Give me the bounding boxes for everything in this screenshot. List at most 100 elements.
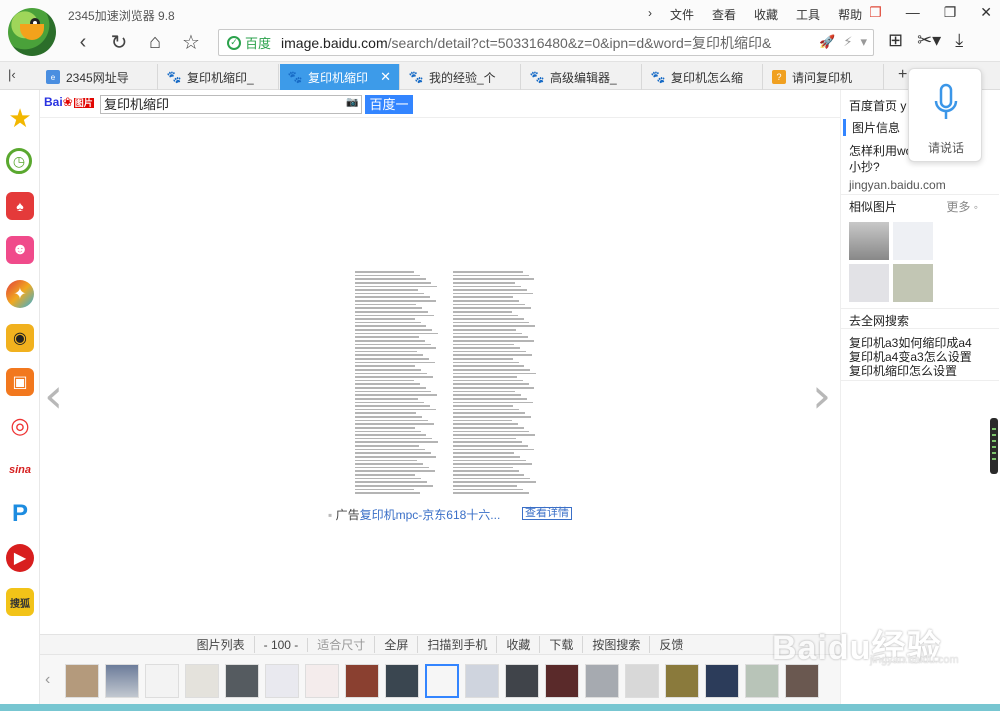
card-game-icon[interactable]: ♠ <box>6 192 34 220</box>
similar-image[interactable] <box>893 264 933 302</box>
similar-image[interactable] <box>849 264 889 302</box>
thumbnail[interactable] <box>305 664 339 698</box>
thumbnail[interactable] <box>105 664 139 698</box>
tab-copier-shrink-1[interactable]: 🐾 复印机缩印_ <box>159 64 279 90</box>
menu-file[interactable]: 文件 <box>670 6 694 23</box>
next-image-icon[interactable]: › <box>812 368 831 424</box>
baidu-home-link[interactable]: 百度首页 y <box>849 97 906 114</box>
similar-image[interactable] <box>893 222 933 260</box>
netease-icon[interactable]: ◎ <box>6 412 34 440</box>
owl-icon[interactable]: ◉ <box>6 324 34 352</box>
similar-more-link[interactable]: 更多 ◦ <box>946 198 978 215</box>
menu-tools[interactable]: 工具 <box>796 6 820 23</box>
thumbnail[interactable] <box>465 664 499 698</box>
apps-grid-icon[interactable]: ⊞ <box>888 30 903 51</box>
zoom-level[interactable]: - 100 - <box>255 637 309 652</box>
menu-help[interactable]: 帮助 <box>838 6 862 23</box>
lightning-icon[interactable]: ⚡ <box>843 34 852 50</box>
search-input[interactable]: 复印机缩印 <box>100 95 362 114</box>
thumbnail[interactable] <box>625 664 659 698</box>
scroll-handle[interactable] <box>990 418 998 474</box>
thumbnail[interactable] <box>585 664 619 698</box>
thumbnail[interactable] <box>225 664 259 698</box>
thumbnail[interactable] <box>265 664 299 698</box>
menu-chevron-icon[interactable]: › <box>648 6 652 23</box>
thumbnail-selected[interactable] <box>425 664 459 698</box>
pinwheel-icon[interactable]: ✦ <box>6 280 34 308</box>
skin-icon[interactable]: ❐ <box>869 4 882 21</box>
doc-text-line <box>355 394 438 396</box>
download-button[interactable]: 下载 <box>540 636 584 653</box>
favorite-button[interactable]: 收藏 <box>497 636 541 653</box>
back-button[interactable]: ‹ <box>70 30 96 54</box>
thumbs-prev-icon[interactable]: ‹ <box>45 671 50 689</box>
thumbnail[interactable] <box>745 664 779 698</box>
thumbnail[interactable] <box>505 664 539 698</box>
download-icon[interactable]: ⤓ <box>955 30 963 51</box>
tab-zhidao-question[interactable]: ? 请问复印机 <box>764 64 884 90</box>
video-box-icon[interactable]: ▣ <box>6 368 34 396</box>
bookmark-star-button[interactable]: ☆ <box>178 30 204 54</box>
doc-text-line <box>355 437 433 440</box>
document-image[interactable] <box>351 265 541 500</box>
fullscreen-button[interactable]: 全屏 <box>375 636 419 653</box>
prev-image-icon[interactable]: ‹ <box>44 368 63 424</box>
thumbnail[interactable] <box>665 664 699 698</box>
search-button[interactable]: 百度一下 <box>365 95 413 131</box>
tab-scroll-left-icon[interactable]: |‹ <box>8 67 16 82</box>
search-by-image-button[interactable]: 按图搜索 <box>583 636 651 653</box>
thumbnail[interactable] <box>785 664 819 698</box>
url-text[interactable]: image.baidu.com/search/detail?ct=5033164… <box>281 33 791 53</box>
doc-text-line <box>355 289 418 291</box>
voice-input-popup[interactable]: 请说话 <box>908 68 982 162</box>
address-bar[interactable]: ✓ 百度 image.baidu.com/search/detail?ct=50… <box>218 29 874 56</box>
home-button[interactable]: ⌂ <box>142 30 168 54</box>
play-icon[interactable]: ▶ <box>6 544 34 572</box>
related-link[interactable]: 复印机缩印怎么设置 <box>849 362 957 379</box>
thumbnail[interactable] <box>545 664 579 698</box>
tab-close-icon[interactable]: ✕ <box>380 69 391 85</box>
doc-text-line <box>453 484 517 487</box>
sina-icon[interactable]: sina <box>6 456 34 484</box>
maximize-button[interactable]: ❐ <box>944 4 957 21</box>
menu-view[interactable]: 查看 <box>712 6 736 23</box>
sougou-icon[interactable]: 搜狐 <box>6 588 34 616</box>
doc-text-line <box>453 358 513 360</box>
similar-image[interactable] <box>849 222 889 260</box>
close-button[interactable]: ✕ <box>980 4 992 21</box>
cartoon-face-icon[interactable]: ☻ <box>6 236 34 264</box>
rocket-icon[interactable]: 🚀 <box>819 34 835 50</box>
doc-text-line <box>453 379 523 382</box>
refresh-button[interactable]: ↻ <box>106 30 132 54</box>
tab-advanced-editor[interactable]: 🐾 高级编辑器_ <box>522 64 642 90</box>
image-viewer: ‹ › ▪ 广告复印机mpc-京东618十六... 查看详情 <box>40 118 840 634</box>
baidu-logo[interactable]: Bai❀ 图片 <box>44 95 94 109</box>
tab-copier-shrink-active[interactable]: 🐾 复印机缩印 ✕ <box>280 64 400 90</box>
feedback-button[interactable]: 反馈 <box>650 636 692 653</box>
tab-2345-nav[interactable]: e 2345网址导 <box>38 64 158 90</box>
tab-my-experience[interactable]: 🐾 我的经验_个 <box>401 64 521 90</box>
minimize-button[interactable]: — <box>906 4 920 21</box>
thumbnail[interactable] <box>145 664 179 698</box>
pptv-icon[interactable]: P <box>6 500 34 528</box>
new-tab-button[interactable]: + <box>898 66 907 84</box>
camera-icon[interactable]: 📷 <box>346 97 358 108</box>
doc-text-line <box>355 459 418 462</box>
thumbnail[interactable] <box>705 664 739 698</box>
ad-link[interactable]: 复印机mpc-京东618十六... <box>360 508 501 522</box>
ad-detail-button[interactable]: 查看详情 <box>522 507 572 520</box>
thumbnail[interactable] <box>65 664 99 698</box>
history-clock-icon[interactable]: ◷ <box>6 148 32 174</box>
dropdown-chevron-icon[interactable]: ▾ <box>860 34 867 50</box>
fit-size-button[interactable]: 适合尺寸 <box>308 636 376 653</box>
thumbnail[interactable] <box>385 664 419 698</box>
scissors-icon[interactable]: ✂▾ <box>917 30 941 51</box>
image-source[interactable]: jingyan.baidu.com <box>849 178 946 192</box>
tab-copier-how[interactable]: 🐾 复印机怎么缩 <box>643 64 763 90</box>
scan-to-phone-button[interactable]: 扫描到手机 <box>418 636 498 653</box>
image-list-button[interactable]: 图片列表 <box>188 636 255 653</box>
thumbnail[interactable] <box>345 664 379 698</box>
menu-favorites[interactable]: 收藏 <box>754 6 778 23</box>
thumbnail[interactable] <box>185 664 219 698</box>
favorites-star-icon[interactable]: ★ <box>6 103 34 133</box>
